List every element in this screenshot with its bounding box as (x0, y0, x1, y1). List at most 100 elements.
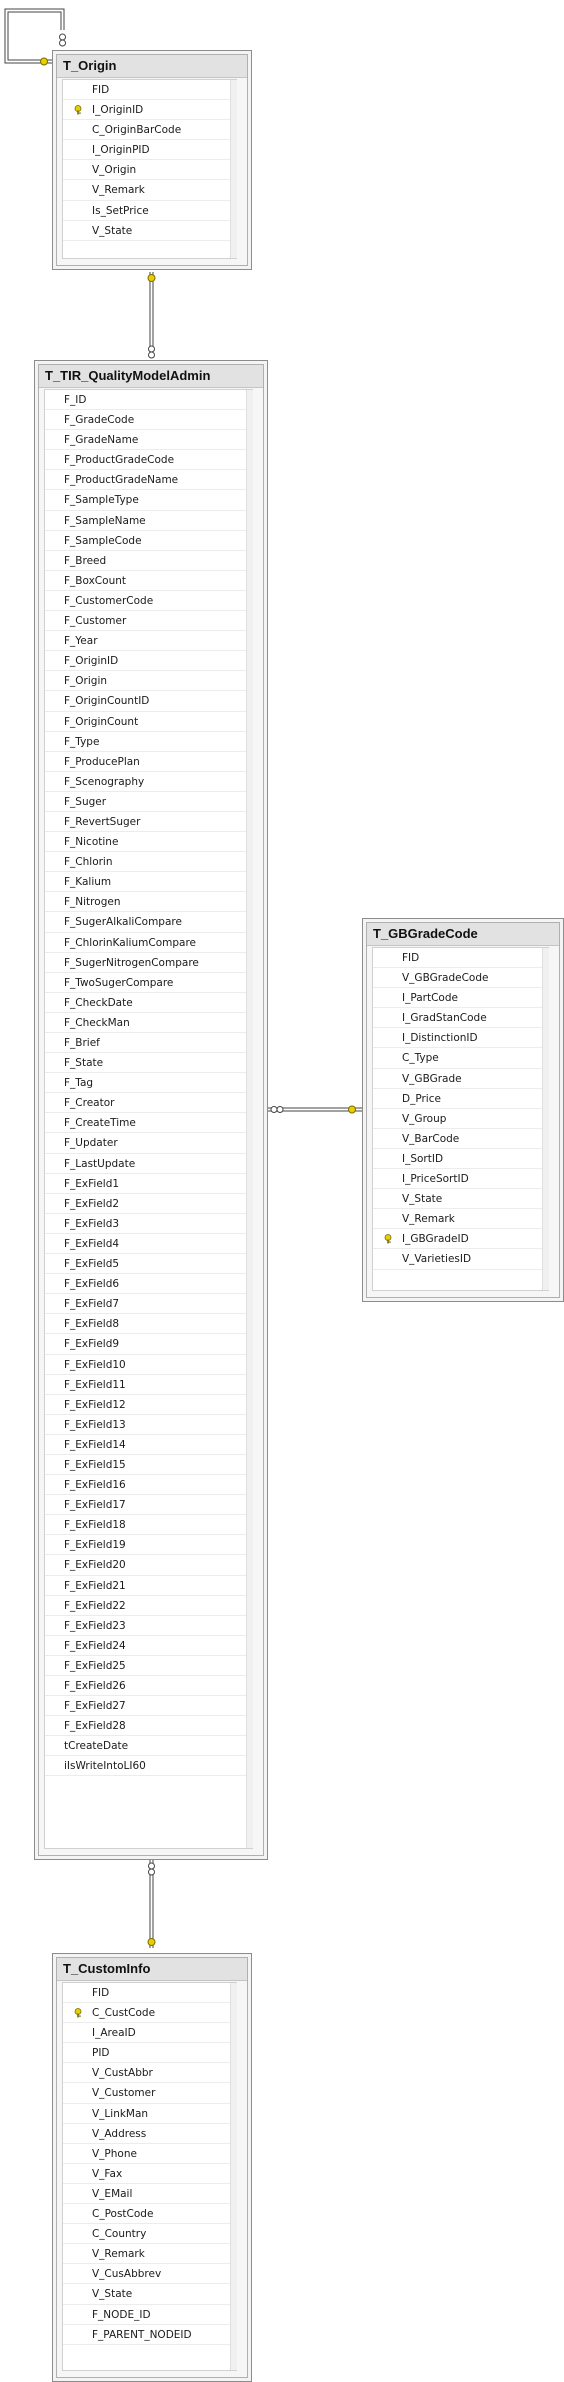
column-row[interactable]: Is_SetPrice (63, 201, 236, 221)
relationship-origin-quality[interactable] (147, 272, 156, 359)
column-row[interactable]: V_Origin (63, 160, 236, 181)
column-row[interactable]: F_Nicotine (45, 832, 252, 853)
table-t-custominfo[interactable]: T_CustomInfo FID C_CustCode I_AreaID PID V_C… (52, 1953, 252, 2382)
column-row[interactable]: V_Phone (63, 2144, 236, 2164)
column-row[interactable]: V_Group (373, 1109, 548, 1129)
column-row[interactable]: V_Fax (63, 2164, 236, 2184)
column-row[interactable]: F_Customer (45, 611, 252, 632)
column-row[interactable]: F_GradeCode (45, 410, 252, 431)
column-row[interactable]: F_ChlorinKaliumCompare (45, 933, 252, 953)
column-row[interactable]: F_SugerAlkaliCompare (45, 912, 252, 933)
column-row[interactable]: F_Suger (45, 792, 252, 812)
column-row[interactable]: V_GBGrade (373, 1069, 548, 1089)
column-row[interactable]: F_ExField23 (45, 1616, 252, 1636)
column-row[interactable]: F_LastUpdate (45, 1154, 252, 1174)
column-row[interactable]: I_PartCode (373, 988, 548, 1009)
column-row[interactable]: I_GBGradeID (373, 1229, 548, 1250)
column-row[interactable]: F_OriginCount (45, 712, 252, 732)
column-row[interactable]: I_SortID (373, 1149, 548, 1170)
column-row[interactable]: F_NODE_ID (63, 2305, 236, 2325)
table-t-gbgradecode[interactable]: T_GBGradeCode FID V_GBGradeCode I_PartCode… (362, 918, 564, 1302)
column-row[interactable]: F_ExField19 (45, 1535, 252, 1556)
column-row[interactable]: F_ExField5 (45, 1254, 252, 1275)
column-row[interactable]: F_Scenography (45, 772, 252, 792)
column-row[interactable]: I_OriginID (63, 100, 236, 121)
column-row[interactable]: F_Type (45, 732, 252, 752)
column-row[interactable]: F_Brief (45, 1033, 252, 1054)
column-row[interactable]: I_GradStanCode (373, 1008, 548, 1029)
column-row[interactable]: F_ExField11 (45, 1375, 252, 1395)
scrollbar[interactable] (230, 1983, 237, 2370)
column-row[interactable]: F_Origin (45, 671, 252, 692)
relationship-quality-gbgrade[interactable] (268, 1105, 362, 1114)
column-row[interactable]: F_ExField24 (45, 1636, 252, 1656)
column-row[interactable]: F_SugerNitrogenCompare (45, 953, 252, 973)
column-row[interactable]: I_PriceSortID (373, 1169, 548, 1190)
column-row[interactable]: F_ExField21 (45, 1576, 252, 1596)
column-row[interactable]: F_ExField15 (45, 1455, 252, 1476)
column-row[interactable]: F_TwoSugerCompare (45, 973, 252, 993)
column-row[interactable]: V_State (63, 2284, 236, 2305)
column-row[interactable]: F_Year (45, 631, 252, 652)
column-row[interactable]: C_PostCode (63, 2204, 236, 2225)
column-row[interactable]: F_ExField7 (45, 1294, 252, 1315)
relationship-quality-custom[interactable] (147, 1860, 156, 1948)
column-row[interactable]: F_ProducePlan (45, 752, 252, 772)
column-row[interactable]: F_ExField3 (45, 1214, 252, 1234)
column-row[interactable]: F_ProductGradeCode (45, 450, 252, 471)
column-row[interactable]: F_CheckMan (45, 1013, 252, 1033)
column-row[interactable]: I_DistinctionID (373, 1028, 548, 1049)
column-row[interactable]: F_ID (45, 390, 252, 411)
column-row[interactable]: F_BoxCount (45, 571, 252, 591)
column-row[interactable]: V_Address (63, 2124, 236, 2144)
column-row[interactable]: F_ExField1 (45, 1174, 252, 1194)
column-row[interactable]: V_State (63, 221, 236, 241)
column-row[interactable]: F_ExField20 (45, 1555, 252, 1576)
column-row[interactable]: F_ExField12 (45, 1395, 252, 1415)
column-row[interactable]: F_ExField13 (45, 1415, 252, 1435)
column-row[interactable]: F_PARENT_NODEID (63, 2325, 236, 2345)
column-row[interactable]: F_ProductGradeName (45, 470, 252, 491)
column-row[interactable]: F_SampleName (45, 511, 252, 531)
column-row[interactable]: F_Tag (45, 1073, 252, 1094)
column-row[interactable]: F_Breed (45, 551, 252, 571)
column-row[interactable]: V_State (373, 1189, 548, 1210)
column-row[interactable]: F_GradeName (45, 430, 252, 451)
column-row[interactable]: FID (373, 948, 548, 969)
column-row[interactable]: V_Customer (63, 2083, 236, 2104)
column-row[interactable]: F_Chlorin (45, 852, 252, 873)
column-row[interactable]: FID (63, 1983, 236, 2004)
column-row[interactable]: V_CusAbbrev (63, 2264, 236, 2285)
column-row[interactable]: iIsWriteIntoLI60 (45, 1756, 252, 1777)
column-row[interactable]: F_SampleCode (45, 531, 252, 551)
column-row[interactable]: I_OriginPID (63, 140, 236, 161)
column-row[interactable]: F_CheckDate (45, 993, 252, 1013)
scrollbar[interactable] (246, 390, 253, 1848)
column-row[interactable]: C_OriginBarCode (63, 120, 236, 141)
column-row[interactable]: F_ExField17 (45, 1495, 252, 1516)
column-row[interactable]: F_OriginCountID (45, 691, 252, 712)
column-row[interactable]: F_OriginID (45, 651, 252, 672)
column-row[interactable]: F_ExField28 (45, 1716, 252, 1737)
column-row[interactable]: V_CustAbbr (63, 2063, 236, 2084)
column-row[interactable]: I_AreaID (63, 2023, 236, 2044)
column-row[interactable]: V_Remark (63, 180, 236, 201)
column-row[interactable]: C_CustCode (63, 2003, 236, 2024)
column-row[interactable]: F_ExField26 (45, 1676, 252, 1697)
column-row[interactable]: D_Price (373, 1089, 548, 1109)
column-row[interactable]: F_ExField10 (45, 1355, 252, 1375)
column-row[interactable]: F_ExField8 (45, 1314, 252, 1335)
column-row[interactable]: F_ExField22 (45, 1596, 252, 1616)
column-row[interactable]: V_VarietiesID (373, 1249, 548, 1270)
column-row[interactable]: F_ExField14 (45, 1435, 252, 1455)
column-row[interactable]: F_RevertSuger (45, 812, 252, 833)
column-row[interactable]: F_CustomerCode (45, 591, 252, 612)
column-row[interactable]: F_State (45, 1053, 252, 1074)
column-row[interactable]: V_Remark (63, 2244, 236, 2265)
column-row[interactable]: V_GBGradeCode (373, 968, 548, 989)
column-row[interactable]: F_ExField9 (45, 1334, 252, 1355)
column-row[interactable]: F_Nitrogen (45, 892, 252, 913)
column-row[interactable]: F_SampleType (45, 490, 252, 511)
scrollbar[interactable] (230, 80, 237, 258)
column-row[interactable]: F_ExField18 (45, 1515, 252, 1536)
